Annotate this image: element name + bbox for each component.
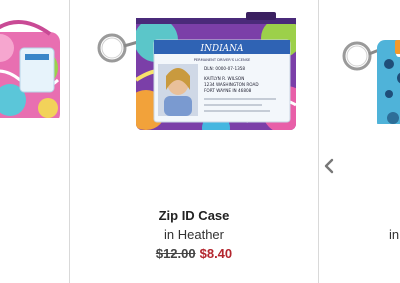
product-card-next[interactable]: in [319,0,400,283]
id-card-name: KAITLYN R. WILSON [204,76,244,81]
product-color: in Heather [164,227,224,242]
id-card-subtitle: PERMANENT DRIVER'S LICENSE [194,58,251,62]
id-card-address2: FORT WAYNE IN 46808 [204,88,252,93]
price-line: $12.00 $8.40 [70,246,318,261]
product-card[interactable]: INDIANA PERMANENT DRIVER'S LICENSE DLN: … [70,0,318,283]
product-image-next[interactable] [337,14,400,124]
product-card-previous[interactable] [0,0,69,283]
product-image[interactable]: INDIANA PERMANENT DRIVER'S LICENSE DLN: … [96,10,302,138]
id-card-state: INDIANA [199,44,244,54]
product-image-previous[interactable] [0,8,62,118]
id-card-address1: 1234 WASHINGTON ROAD [204,82,259,87]
original-price: $12.00 [155,246,196,261]
product-color-next-partial: in [389,227,400,242]
id-card-dln: DLN: 0000-07-1358 [204,66,245,71]
product-name[interactable]: Zip ID Case [70,208,318,223]
sale-price: $8.40 [199,246,233,261]
chevron-left-icon[interactable] [322,158,336,174]
